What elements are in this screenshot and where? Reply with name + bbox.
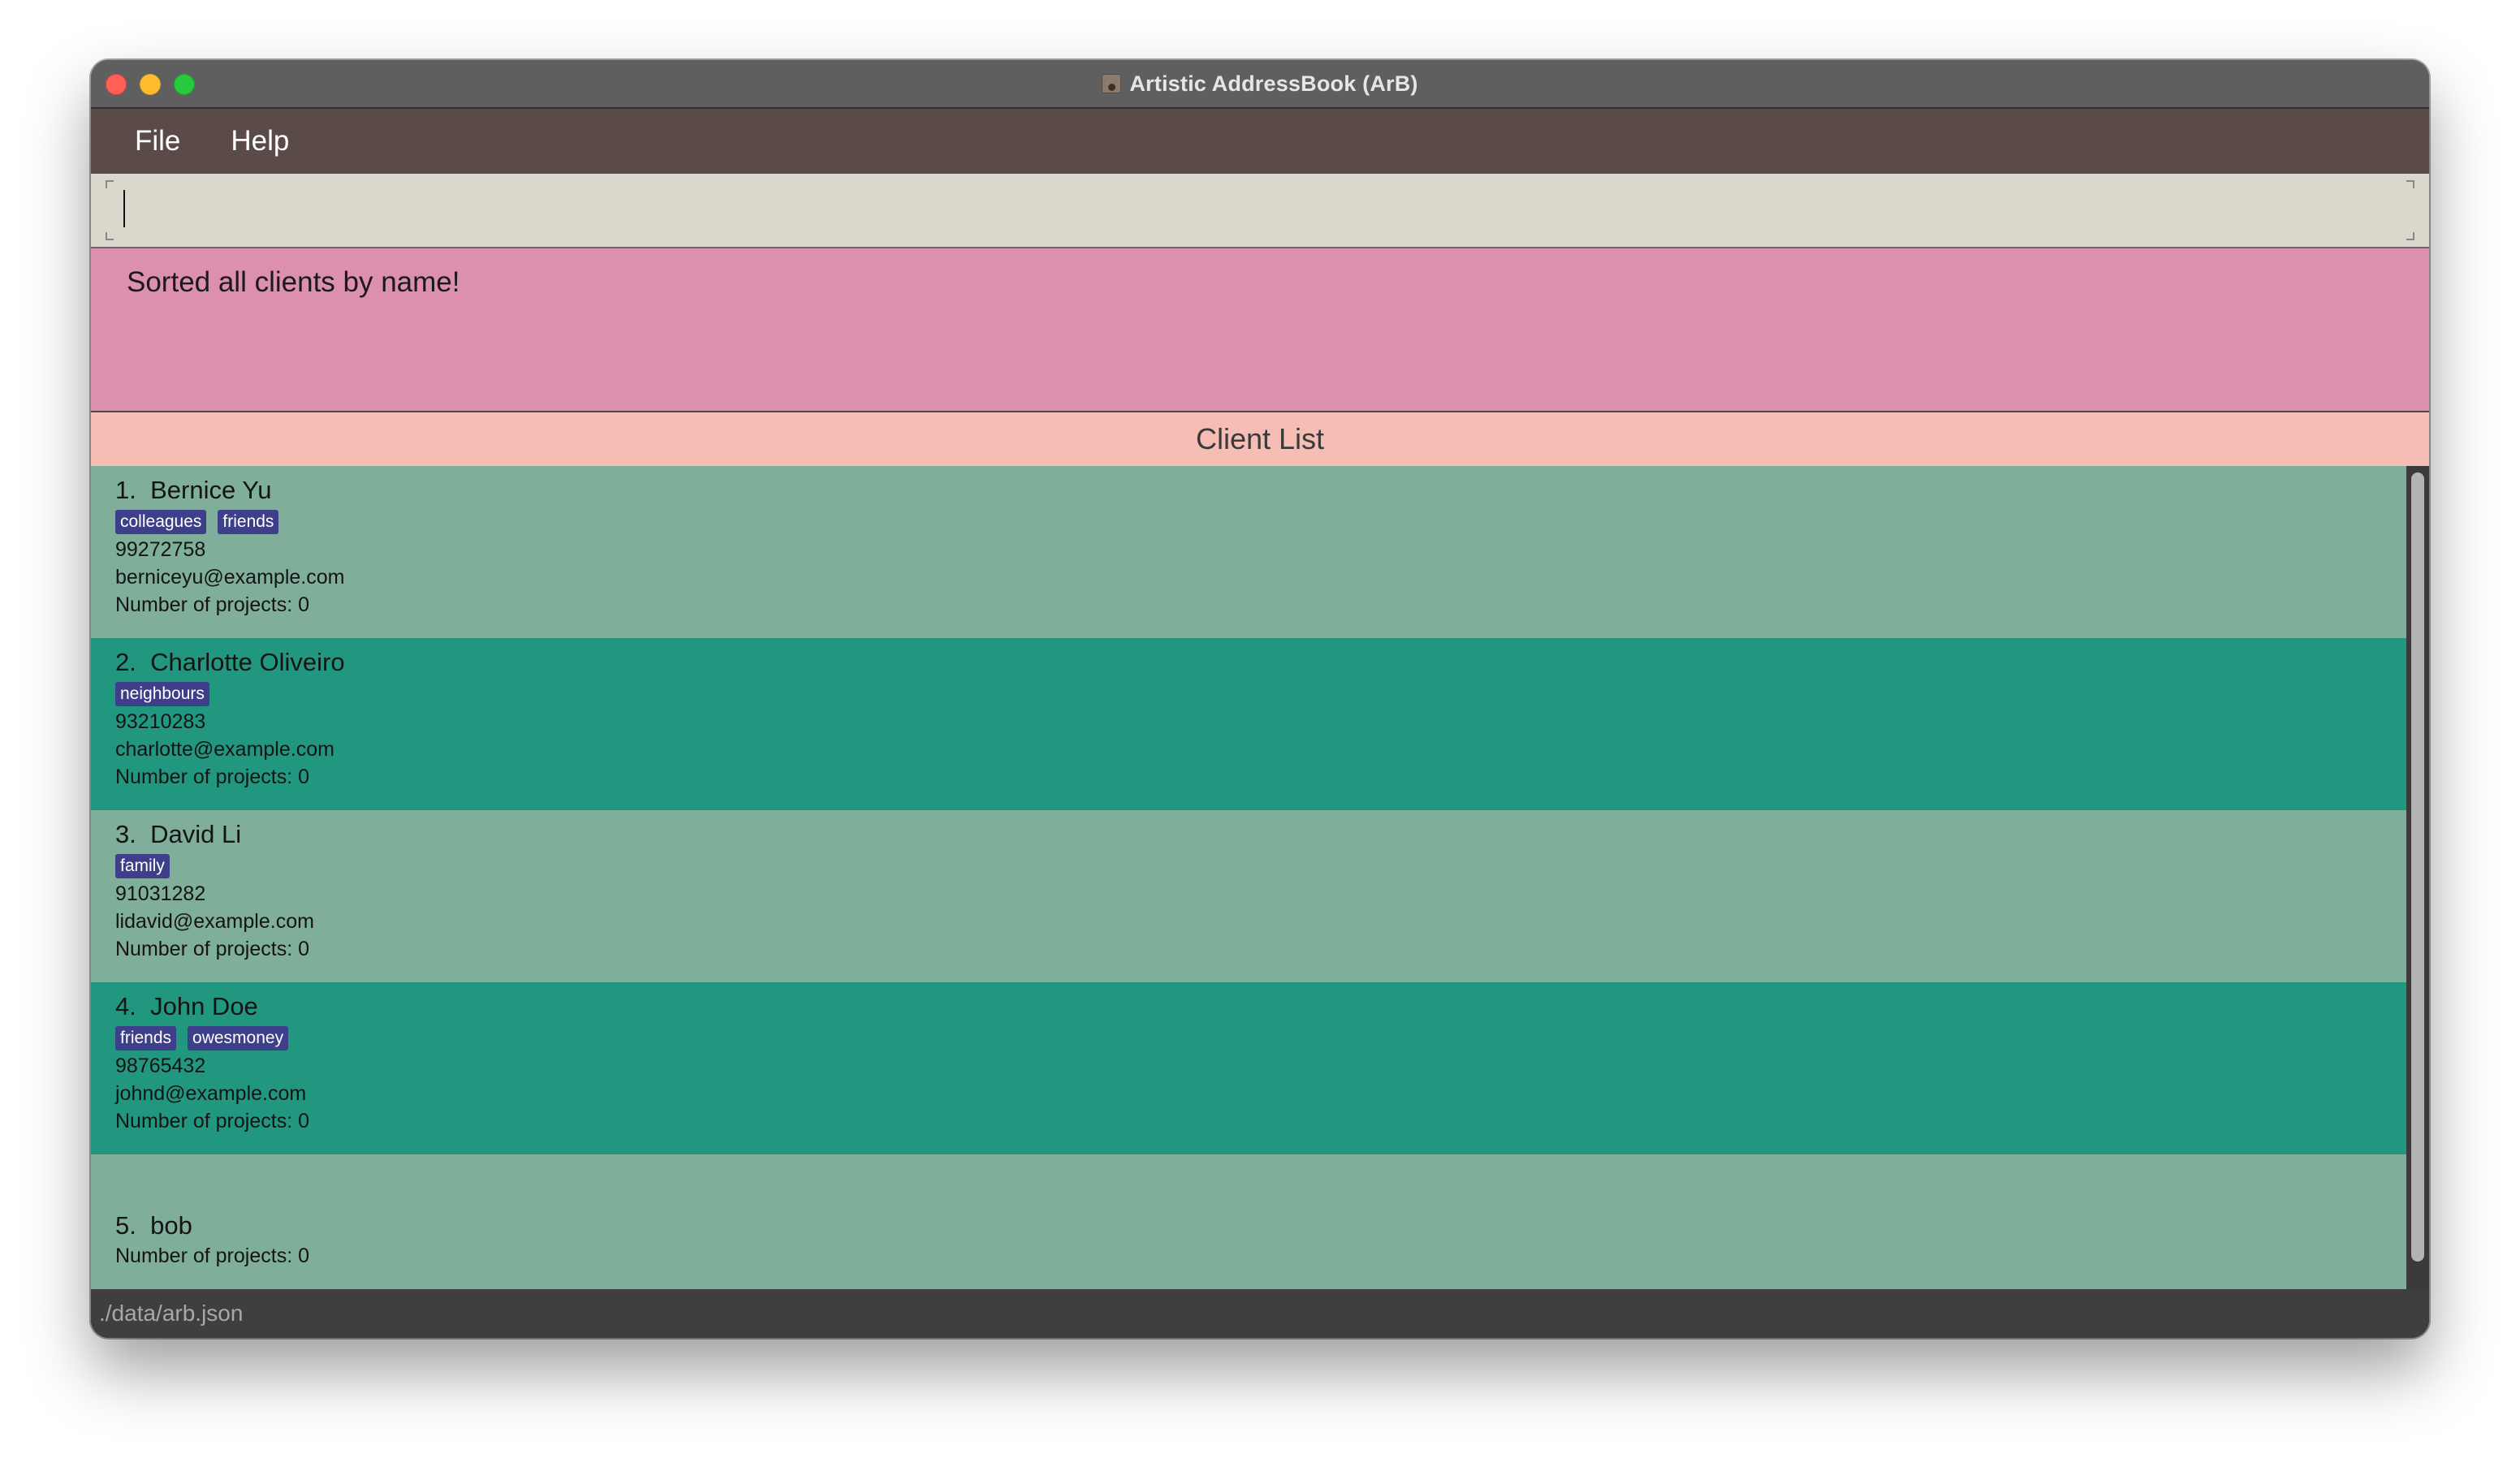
client-list-title: Client List bbox=[1195, 422, 1325, 455]
client-name-line: 5. bob bbox=[115, 1210, 309, 1242]
contact-card-icon bbox=[1102, 74, 1122, 93]
client-index: 3. bbox=[115, 820, 136, 848]
client-name: John Doe bbox=[150, 992, 258, 1020]
command-box bbox=[91, 174, 2429, 248]
client-card[interactable]: 1. Bernice Yu colleagues friends 9927275… bbox=[91, 466, 2406, 638]
status-bar: ./data/arb.json bbox=[91, 1289, 2429, 1338]
tag-label: friends bbox=[218, 510, 279, 534]
close-window-button[interactable] bbox=[106, 74, 127, 95]
client-email: charlotte@example.com bbox=[115, 738, 334, 761]
client-card[interactable]: 5. bob Number of projects: 0 bbox=[91, 1154, 2406, 1289]
scrollbar-thumb[interactable] bbox=[2411, 472, 2424, 1262]
tag-label: neighbours bbox=[115, 682, 209, 706]
client-name-line: 4. John Doe bbox=[115, 990, 309, 1023]
tag-label: owesmoney bbox=[188, 1026, 289, 1050]
client-list[interactable]: 1. Bernice Yu colleagues friends 9927275… bbox=[91, 466, 2406, 1289]
client-name-line: 3. David Li bbox=[115, 818, 314, 851]
client-project-count: Number of projects: 0 bbox=[115, 1244, 309, 1267]
title-bar[interactable]: Artistic AddressBook (ArB) bbox=[91, 60, 2429, 109]
client-index: 5. bbox=[115, 1211, 136, 1240]
app-window: Artistic AddressBook (ArB) File Help Sor… bbox=[91, 60, 2429, 1338]
client-index: 2. bbox=[115, 648, 136, 676]
client-name: David Li bbox=[150, 820, 242, 848]
client-phone: 98765432 bbox=[115, 1055, 206, 1077]
menu-bar: File Help bbox=[91, 109, 2429, 174]
window-controls bbox=[106, 74, 195, 95]
menu-help[interactable]: Help bbox=[231, 125, 289, 157]
client-name-line: 1. Bernice Yu bbox=[115, 474, 344, 507]
client-tags: colleagues friends bbox=[115, 510, 344, 534]
command-input[interactable] bbox=[110, 182, 2403, 237]
window-title: Artistic AddressBook (ArB) bbox=[1129, 71, 1418, 96]
tag-label: friends bbox=[115, 1026, 177, 1050]
data-file-path: ./data/arb.json bbox=[99, 1301, 244, 1326]
text-caret bbox=[123, 190, 125, 227]
minimize-window-button[interactable] bbox=[140, 74, 161, 95]
client-name: Bernice Yu bbox=[150, 476, 272, 504]
client-project-count: Number of projects: 0 bbox=[115, 938, 309, 960]
result-display: Sorted all clients by name! bbox=[91, 248, 2429, 412]
client-email: lidavid@example.com bbox=[115, 910, 314, 933]
client-card[interactable]: 2. Charlotte Oliveiro neighbours 9321028… bbox=[91, 638, 2406, 810]
client-project-count: Number of projects: 0 bbox=[115, 766, 309, 788]
client-card[interactable]: 3. David Li family 91031282 lidavid@exam… bbox=[91, 810, 2406, 982]
client-phone: 93210283 bbox=[115, 710, 206, 733]
client-email: berniceyu@example.com bbox=[115, 566, 345, 589]
client-phone: 99272758 bbox=[115, 538, 206, 561]
client-project-count: Number of projects: 0 bbox=[115, 593, 309, 616]
tag-label: family bbox=[115, 854, 170, 878]
client-index: 1. bbox=[115, 476, 136, 504]
client-tags: family bbox=[115, 854, 314, 878]
client-list-scrollbar[interactable] bbox=[2406, 466, 2429, 1289]
client-tags: friends owesmoney bbox=[115, 1026, 309, 1050]
client-email: johnd@example.com bbox=[115, 1082, 307, 1105]
menu-file[interactable]: File bbox=[135, 125, 180, 157]
client-name: Charlotte Oliveiro bbox=[150, 648, 345, 676]
window-title-group: Artistic AddressBook (ArB) bbox=[1102, 71, 1418, 97]
client-list-header: Client List bbox=[91, 412, 2429, 466]
tag-label: colleagues bbox=[115, 510, 207, 534]
client-tags: neighbours bbox=[115, 682, 345, 706]
client-project-count: Number of projects: 0 bbox=[115, 1110, 309, 1132]
client-name-line: 2. Charlotte Oliveiro bbox=[115, 646, 345, 679]
zoom-window-button[interactable] bbox=[174, 74, 195, 95]
client-card[interactable]: 4. John Doe friends owesmoney 98765432 j… bbox=[91, 982, 2406, 1154]
result-message: Sorted all clients by name! bbox=[127, 266, 460, 298]
client-index: 4. bbox=[115, 992, 136, 1020]
client-phone: 91031282 bbox=[115, 882, 206, 905]
client-name: bob bbox=[150, 1211, 192, 1240]
